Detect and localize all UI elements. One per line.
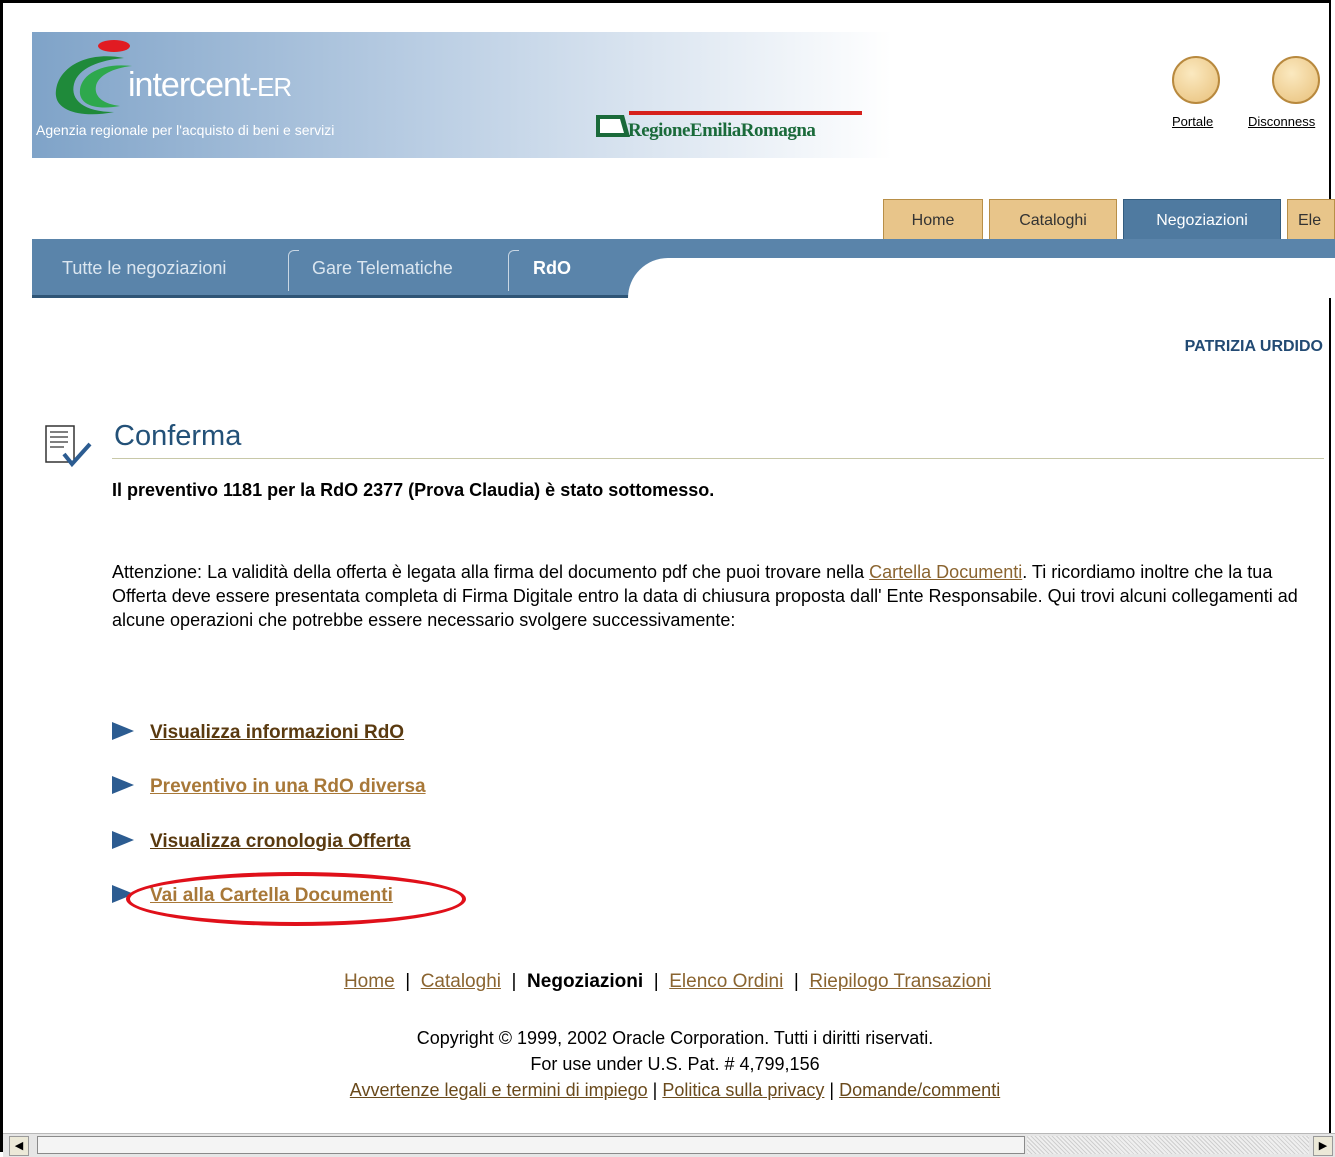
action-item: Visualizza cronologia Offerta xyxy=(112,831,410,853)
arrow-right-icon xyxy=(112,776,134,794)
intercent-logo-icon xyxy=(55,40,132,115)
quote-other-rdo-link[interactable]: Preventivo in una RdO diversa xyxy=(150,776,426,797)
view-rdo-info-link[interactable]: Visualizza informazioni RdO xyxy=(150,722,404,743)
footer-negoziazioni-current: Negoziazioni xyxy=(527,971,644,992)
legal-links: Avvertenze legali e termini di impiego |… xyxy=(0,1080,1335,1101)
privacy-link[interactable]: Politica sulla privacy xyxy=(662,1080,824,1100)
red-highlight-ellipse xyxy=(126,872,466,926)
scroll-thumb[interactable] xyxy=(37,1136,1025,1154)
intercent-logo-text: intercent-ER xyxy=(128,66,292,104)
footer-sep: | xyxy=(511,971,517,992)
footer-sep: | xyxy=(405,971,411,992)
cartella-documenti-link[interactable]: Cartella Documenti xyxy=(869,562,1022,582)
tab-negoziazioni[interactable]: Negoziazioni xyxy=(1123,199,1281,239)
document-check-icon xyxy=(45,425,92,468)
footer-nav: Home | Cataloghi | Negoziazioni | Elenco… xyxy=(0,971,1335,993)
footer-ordini-link[interactable]: Elenco Ordini xyxy=(669,971,783,992)
copyright-text: Copyright © 1999, 2002 Oracle Corporatio… xyxy=(416,1028,934,1048)
region-logo-text: RegioneEmiliaRomagna xyxy=(628,120,816,141)
arrow-right-icon xyxy=(112,831,134,849)
footer-riepilogo-link[interactable]: Riepilogo Transazioni xyxy=(809,971,991,992)
portal-icon[interactable] xyxy=(1172,56,1220,104)
region-red-bar xyxy=(629,111,862,115)
footer-home-link[interactable]: Home xyxy=(344,971,395,992)
disconnect-link[interactable]: Disconness xyxy=(1248,114,1315,129)
subnav-rdo[interactable]: RdO xyxy=(533,258,571,279)
footer-sep: | xyxy=(653,971,659,992)
action-item: Visualizza informazioni RdO xyxy=(112,722,404,744)
action-item: Preventivo in una RdO diversa xyxy=(112,776,426,798)
tab-cataloghi[interactable]: Cataloghi xyxy=(989,199,1117,239)
scroll-track[interactable] xyxy=(1027,1136,1309,1154)
tab-home[interactable]: Home xyxy=(883,199,983,239)
portal-link[interactable]: Portale xyxy=(1172,114,1213,129)
offer-history-link[interactable]: Visualizza cronologia Offerta xyxy=(150,831,410,852)
subnav-tutte[interactable]: Tutte le negoziazioni xyxy=(62,258,226,279)
footer-sep: | xyxy=(829,1080,835,1100)
footer-sep: | xyxy=(793,971,799,992)
info-paragraph: Attenzione: La validità della offerta è … xyxy=(112,560,1312,632)
subnav-separator xyxy=(508,250,519,291)
patent-text: For use under U.S. Pat. # 4,799,156 xyxy=(530,1054,820,1074)
user-name: PATRIZIA URDIDO xyxy=(1184,338,1323,355)
subnav-bar-edge xyxy=(628,258,1335,298)
footer-sep: | xyxy=(652,1080,658,1100)
region-flag-icon xyxy=(596,115,630,137)
tab-elenco[interactable]: Ele xyxy=(1287,199,1335,239)
scroll-right-icon[interactable]: ▶ xyxy=(1313,1136,1333,1156)
key-icon[interactable] xyxy=(1272,56,1320,104)
title-divider xyxy=(112,458,1324,459)
footer-cataloghi-link[interactable]: Cataloghi xyxy=(421,971,501,992)
subnav-separator xyxy=(288,250,299,291)
confirmation-message: Il preventivo 1181 per la RdO 2377 (Prov… xyxy=(112,480,715,500)
subnav-gare[interactable]: Gare Telematiche xyxy=(312,258,453,279)
page-title: Conferma xyxy=(114,420,242,452)
scroll-left-icon[interactable]: ◀ xyxy=(9,1136,29,1156)
horizontal-scrollbar[interactable]: ◀ ▶ xyxy=(3,1133,1335,1157)
agency-tagline: Agenzia regionale per l'acquisto di beni… xyxy=(36,122,335,138)
info-text-1: Attenzione: La validità della offerta è … xyxy=(112,562,870,582)
questions-link[interactable]: Domande/commenti xyxy=(839,1080,1000,1100)
legal-link[interactable]: Avvertenze legali e termini di impiego xyxy=(350,1080,648,1100)
arrow-right-icon xyxy=(112,722,134,740)
